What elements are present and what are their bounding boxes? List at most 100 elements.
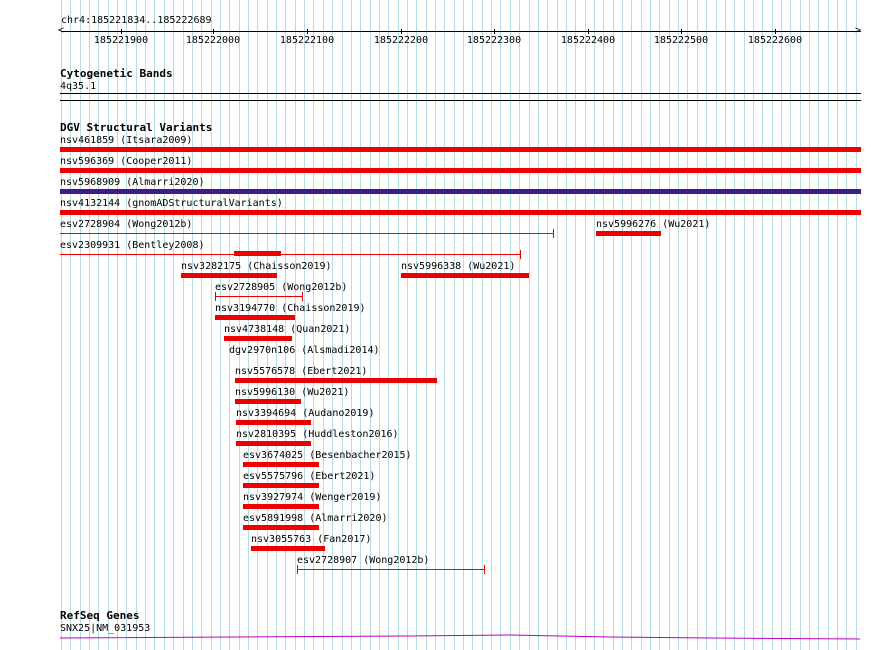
gridline (220, 0, 221, 650)
sv-end-cap (297, 565, 298, 574)
ruler-axis (61, 31, 861, 32)
gene-feature[interactable] (0, 630, 890, 644)
gridline (89, 0, 90, 650)
gridline (211, 0, 212, 650)
sv-end-cap (302, 292, 303, 301)
cyto-track-title: Cytogenetic Bands (60, 67, 173, 80)
gridline (70, 0, 71, 650)
sv-feature-bar[interactable] (181, 273, 277, 278)
ruler-tick (213, 29, 214, 34)
gridline (856, 0, 857, 650)
sv-feature-bar[interactable] (236, 420, 311, 425)
sv-label: nsv3927974 (Wenger2019) (243, 492, 382, 503)
sv-feature-bar[interactable] (235, 378, 437, 383)
sv-feature-bar[interactable] (224, 336, 292, 341)
gridline (762, 0, 763, 650)
gridline (126, 0, 127, 650)
sv-label: nsv461859 (Itsara2009) (60, 135, 193, 146)
gridline (641, 0, 642, 650)
sv-feature-bar[interactable] (235, 399, 301, 404)
gridline (659, 0, 660, 650)
sv-feature-bar[interactable] (243, 462, 319, 467)
sv-feature-bar[interactable] (251, 546, 325, 551)
sv-feature-bar[interactable] (215, 315, 295, 320)
gridline (454, 0, 455, 650)
gridline (631, 0, 632, 650)
gridline (500, 0, 501, 650)
cyto-band-line[interactable] (60, 93, 861, 94)
genome-browser-panel: chr4:185221834..185222689 < > 185221900 1… (0, 0, 890, 650)
gridline (818, 0, 819, 650)
sv-feature-bar[interactable] (596, 231, 661, 236)
sv-label: esv3674025 (Besenbacher2015) (243, 450, 412, 461)
gridline (585, 0, 586, 650)
ruler-tick-label: 185222300 (466, 35, 522, 46)
gridline (201, 0, 202, 650)
gridline (351, 0, 352, 650)
gridline (706, 0, 707, 650)
gridline (716, 0, 717, 650)
sv-feature-bar[interactable] (60, 233, 554, 234)
ruler-tick (121, 29, 122, 34)
gridline (360, 0, 361, 650)
sv-feature-bar[interactable] (236, 441, 311, 446)
sv-label: nsv2810395 (Huddleston2016) (236, 429, 399, 440)
ruler-tick-label: 185222600 (747, 35, 803, 46)
gridline (781, 0, 782, 650)
sv-feature-bar[interactable] (243, 504, 319, 509)
gridline (828, 0, 829, 650)
sv-feature-bar[interactable] (60, 254, 521, 255)
gridline (594, 0, 595, 650)
sv-label: esv5575796 (Ebert2021) (243, 471, 376, 482)
sv-feature-bar[interactable] (215, 296, 303, 297)
sv-label: dgv2970n106 (Alsmadi2014) (229, 345, 380, 356)
gridline (98, 0, 99, 650)
gridline (538, 0, 539, 650)
gridline (145, 0, 146, 650)
refseq-track-title: RefSeq Genes (60, 609, 140, 622)
gridline (650, 0, 651, 650)
gridline (846, 0, 847, 650)
sv-label: nsv3394694 (Audano2019) (236, 408, 375, 419)
sv-label: nsv4738148 (Quan2021) (224, 324, 351, 335)
sv-feature-bar[interactable] (243, 483, 319, 488)
sv-label: esv2728907 (Wong2012b) (297, 555, 430, 566)
sv-label: esv2309931 (Bentley2008) (60, 240, 205, 251)
ruler-tick (401, 29, 402, 34)
sv-end-cap (484, 565, 485, 574)
gridline (407, 0, 408, 650)
gridline (800, 0, 801, 650)
gridline (164, 0, 165, 650)
gridline (108, 0, 109, 650)
ruler-tick (588, 29, 589, 34)
sv-label: esv2728904 (Wong2012b) (60, 219, 193, 230)
sv-feature-bar[interactable] (234, 251, 281, 256)
gridline (510, 0, 511, 650)
sv-end-cap (215, 292, 216, 301)
sv-feature-bar[interactable] (60, 147, 861, 152)
sv-feature-bar[interactable] (297, 569, 485, 570)
gridline (80, 0, 81, 650)
sv-label: esv2728905 (Wong2012b) (215, 282, 348, 293)
gridline (529, 0, 530, 650)
sv-feature-bar[interactable] (60, 210, 861, 215)
sv-label: nsv3194770 (Chaisson2019) (215, 303, 366, 314)
ruler-tick (681, 29, 682, 34)
sv-feature-bar[interactable] (401, 273, 529, 278)
ruler-right-arrow-icon: > (855, 25, 862, 36)
sv-feature-bar[interactable] (60, 189, 861, 194)
gridline (753, 0, 754, 650)
ruler-tick-label: 185222400 (560, 35, 616, 46)
gridline (622, 0, 623, 650)
sv-feature-bar[interactable] (60, 168, 861, 173)
sv-feature-bar[interactable] (243, 525, 319, 530)
gridline (136, 0, 137, 650)
gridline (744, 0, 745, 650)
gridline (809, 0, 810, 650)
gridline (183, 0, 184, 650)
gridline (687, 0, 688, 650)
gridline (173, 0, 174, 650)
gridline (734, 0, 735, 650)
gridline (426, 0, 427, 650)
sv-label: nsv3055763 (Fan2017) (251, 534, 372, 545)
